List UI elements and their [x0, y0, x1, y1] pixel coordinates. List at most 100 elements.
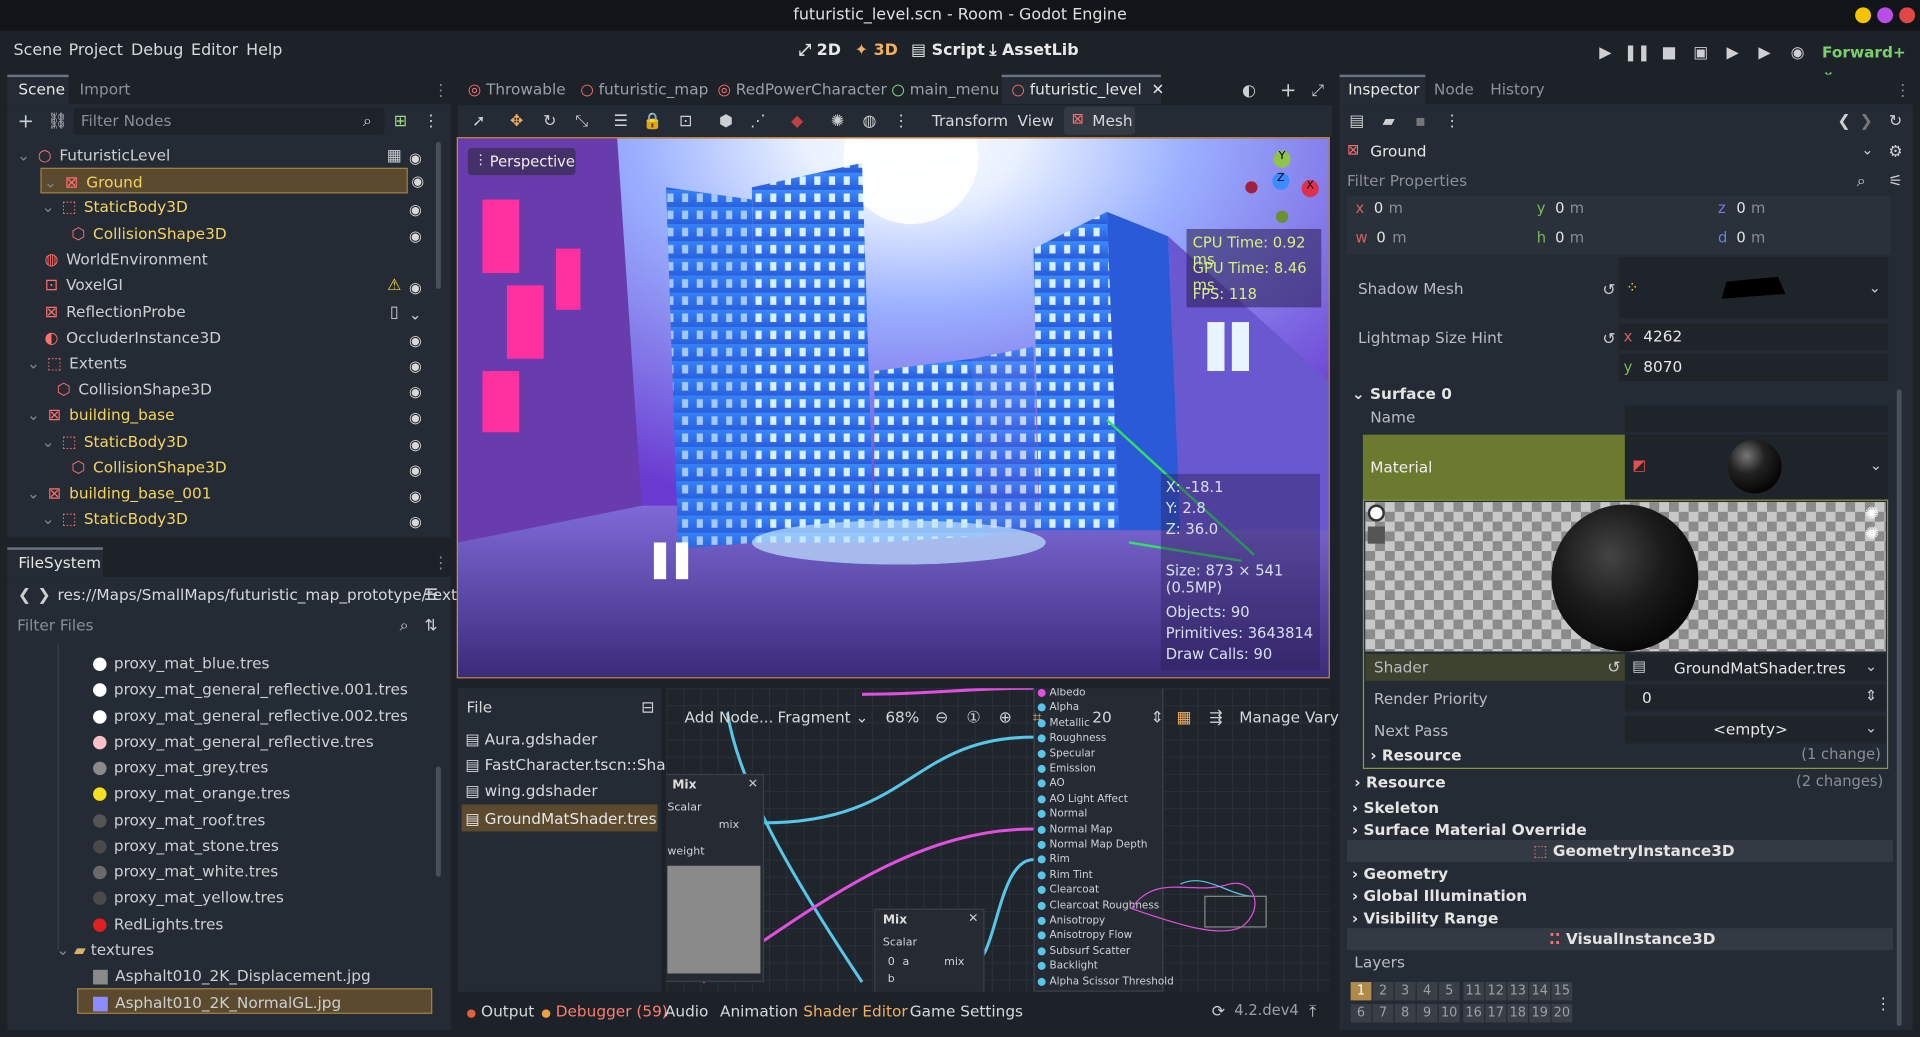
- tree-node[interactable]: ⌄ ⬚ Extents ◉: [10, 350, 441, 376]
- file-item[interactable]: proxy_mat_grey.tres: [10, 754, 434, 780]
- tree-node-selected[interactable]: ⌄ ⊠ Ground: [40, 167, 408, 194]
- visibility-eye-icon[interactable]: ◉: [409, 509, 426, 530]
- tab-scene[interactable]: Scene: [18, 80, 65, 98]
- dock-menu-icon[interactable]: ⋮: [1893, 81, 1913, 101]
- port-dot-icon[interactable]: ●: [1037, 945, 1049, 957]
- update-spinner-icon[interactable]: ⟳: [1209, 1002, 1229, 1022]
- visibility-eye-icon[interactable]: ◉: [409, 354, 426, 375]
- layer-bit[interactable]: 17: [1485, 1004, 1507, 1023]
- snap-icon[interactable]: ⋰: [748, 111, 768, 131]
- tree-node[interactable]: ⌄ ⊠ building_base ◉: [10, 402, 441, 428]
- perspective-menu[interactable]: ⋮ Perspective: [467, 148, 576, 176]
- coord-z-value[interactable]: 0: [1736, 200, 1745, 217]
- instantiate-scene-icon[interactable]: ⊞: [391, 111, 411, 131]
- visibility-eye-icon[interactable]: ◉: [409, 276, 426, 296]
- gizmo-neg-y[interactable]: [1275, 210, 1289, 223]
- output-port[interactable]: ● Alpha Scissor Threshold: [1037, 975, 1174, 987]
- output-port[interactable]: ● Anisotropy Flow: [1037, 930, 1132, 942]
- local-space-icon[interactable]: ⬢: [716, 111, 736, 131]
- surface-name-field[interactable]: [1624, 405, 1889, 433]
- file-item-selected[interactable]: Asphalt010_2K_NormalGL.jpg: [77, 988, 433, 1014]
- output-port[interactable]: ● Normal Map: [1037, 824, 1112, 836]
- coord-x-value[interactable]: 0: [1374, 200, 1383, 217]
- save-resource-icon[interactable]: ▪: [1411, 111, 1431, 131]
- minimize-button[interactable]: [1855, 7, 1872, 24]
- clapper-icon[interactable]: ▦: [384, 146, 404, 166]
- close-node-icon[interactable]: ✕: [968, 912, 978, 925]
- mix-type[interactable]: Scalar: [883, 937, 917, 949]
- arrange-icon[interactable]: ⇶: [1206, 708, 1226, 728]
- coord-h-value[interactable]: 0: [1555, 229, 1564, 246]
- layer-bit[interactable]: 4: [1416, 982, 1438, 1001]
- more-icon[interactable]: ⋮: [891, 111, 911, 131]
- zoom-out-icon[interactable]: ⊖: [932, 708, 952, 728]
- output-port[interactable]: ● Roughness: [1037, 732, 1106, 744]
- file-item[interactable]: proxy_mat_general_reflective.002.tres: [10, 703, 434, 729]
- visibility-eye-icon[interactable]: ◉: [409, 458, 426, 479]
- port-dot-icon[interactable]: ●: [1037, 763, 1049, 775]
- tab-inspector[interactable]: Inspector: [1348, 80, 1419, 98]
- history-icon[interactable]: ↻: [1886, 111, 1906, 131]
- dock-menu-icon[interactable]: ⋮: [431, 553, 451, 573]
- layer-bit[interactable]: 15: [1551, 982, 1573, 1001]
- filter-options-icon[interactable]: ⚟: [1886, 171, 1906, 191]
- shader-file-item[interactable]: ▤ wing.gdshader: [465, 781, 597, 799]
- visibility-eye-icon[interactable]: ◉: [409, 224, 426, 245]
- mix-node[interactable]: Mix ✕ Scalar mix weight: [666, 773, 765, 983]
- shader-mode-select[interactable]: Fragment ⌄: [778, 708, 869, 726]
- history-back-icon[interactable]: ◐: [1239, 81, 1259, 101]
- tab-filesystem[interactable]: FileSystem: [18, 553, 101, 571]
- tree-node[interactable]: ⌄ ○ FuturisticLevel ▦ ◉: [10, 142, 441, 168]
- visibility-eye-icon[interactable]: ◉: [409, 146, 426, 166]
- port-dot-icon[interactable]: ●: [1037, 778, 1049, 790]
- tree-node[interactable]: ⌄ ⬚ StaticBody3D ◉: [10, 506, 441, 532]
- resource-section-outer[interactable]: › Resource (2 changes): [1349, 771, 1888, 793]
- surface0-section[interactable]: ⌄ Surface 0: [1347, 382, 1888, 406]
- coord-w-value[interactable]: 0: [1376, 229, 1385, 246]
- file-item[interactable]: proxy_mat_roof.tres: [10, 807, 434, 833]
- layer-bit[interactable]: 6: [1350, 1004, 1372, 1023]
- shader-file-item-selected[interactable]: ▤ GroundMatShader.tres: [461, 804, 658, 832]
- forward-icon[interactable]: ❯: [34, 585, 54, 605]
- menu-editor[interactable]: Editor: [191, 42, 238, 60]
- resource-section-inner[interactable]: › Resource (1 change): [1365, 744, 1885, 766]
- scene-tab-active[interactable]: ○ futuristic_level ✕: [1011, 80, 1164, 98]
- layer-bit[interactable]: 2: [1372, 982, 1394, 1001]
- port-value[interactable]: 0: [888, 956, 895, 968]
- prev-icon[interactable]: ❮: [1834, 111, 1854, 131]
- tab-audio[interactable]: Audio: [665, 1002, 709, 1020]
- revert-icon[interactable]: ↺: [1599, 329, 1619, 349]
- more-icon[interactable]: ⋮: [1873, 994, 1893, 1014]
- gizmo-x-axis[interactable]: X: [1301, 180, 1319, 198]
- output-port[interactable]: ● Anisotropy: [1037, 915, 1105, 927]
- new-scene-icon[interactable]: +: [1278, 80, 1298, 101]
- layer-bit[interactable]: 10: [1438, 1004, 1460, 1023]
- menu-scene[interactable]: Scene: [13, 42, 62, 60]
- sphere-preview-icon[interactable]: [1367, 504, 1385, 522]
- scene-tab[interactable]: ◎ Throwable: [468, 80, 566, 98]
- filter-properties-input[interactable]: Filter Properties ⌕: [1342, 168, 1873, 195]
- layer-bit[interactable]: 11: [1463, 982, 1485, 1001]
- port-dot-icon[interactable]: ●: [1037, 915, 1049, 927]
- tree-node[interactable]: ⌄ ⬚ StaticBody3D ◉: [10, 429, 441, 455]
- tab-output[interactable]: ● Output: [467, 1002, 535, 1020]
- more-icon[interactable]: ⋮: [1442, 111, 1462, 131]
- manage-varyings-button[interactable]: Manage Vary: [1239, 708, 1339, 726]
- coord-d-value[interactable]: 0: [1736, 229, 1745, 246]
- toggle-files-icon[interactable]: ⊟: [638, 698, 658, 718]
- group-icon[interactable]: ⊡: [676, 111, 696, 131]
- layer-bit[interactable]: 9: [1416, 1004, 1438, 1023]
- mix-type[interactable]: Scalar: [667, 802, 701, 814]
- layer-bit[interactable]: 20: [1551, 1004, 1573, 1023]
- object-selector[interactable]: ⊠ Ground ⌄: [1342, 137, 1883, 164]
- folder-item[interactable]: ⌄ ▰ textures: [10, 937, 434, 963]
- layer-bit[interactable]: 8: [1394, 1004, 1416, 1023]
- scene-tab[interactable]: ○ futuristic_map: [580, 80, 708, 98]
- output-port[interactable]: ● Clearcoat: [1037, 884, 1099, 896]
- scene-menu-icon[interactable]: ⋮: [421, 111, 441, 131]
- scene-tab[interactable]: ○ main_menu: [891, 80, 999, 98]
- tab-history[interactable]: History: [1490, 80, 1544, 98]
- layer-bit[interactable]: 5: [1438, 982, 1460, 1001]
- lock-icon[interactable]: 🔒: [643, 111, 663, 131]
- movie-maker-icon[interactable]: ◉: [1788, 43, 1808, 63]
